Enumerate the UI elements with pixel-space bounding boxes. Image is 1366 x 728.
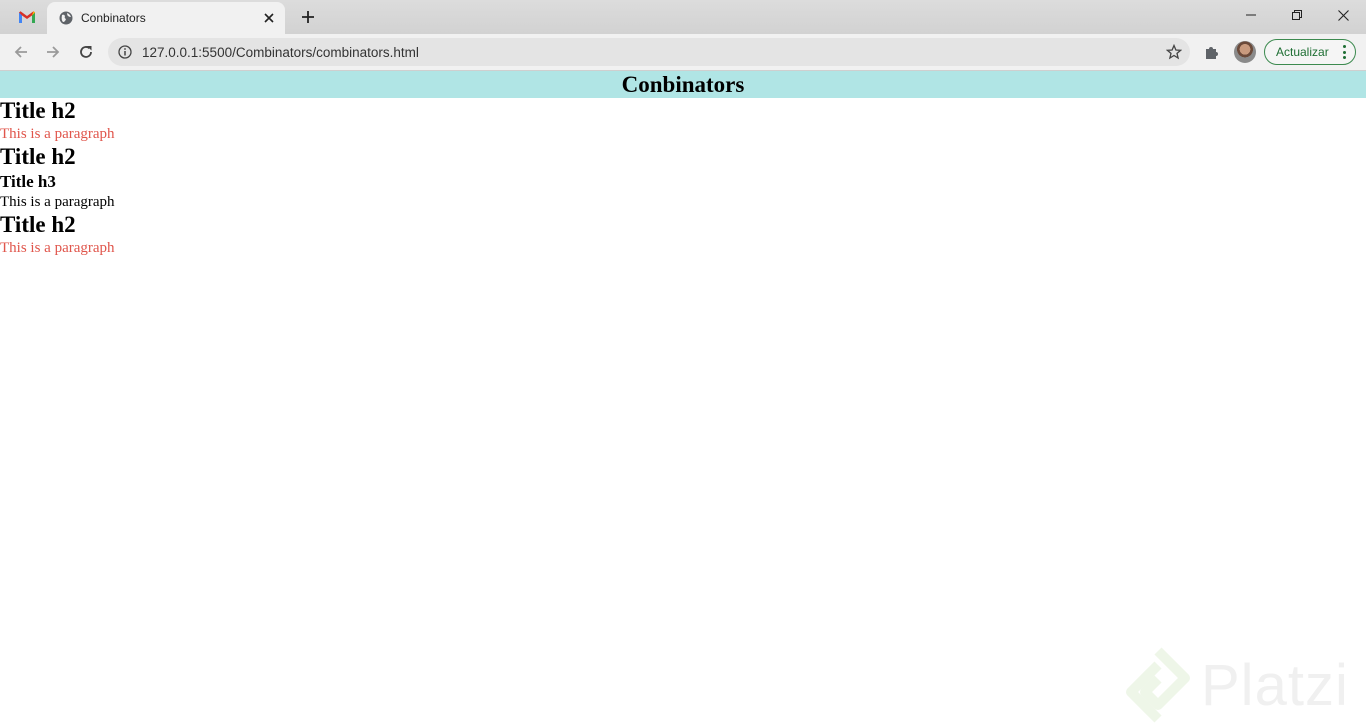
- plus-icon: [302, 11, 314, 23]
- tab-title: Conbinators: [81, 11, 146, 25]
- info-icon[interactable]: [118, 45, 132, 59]
- title-h3: Title h3: [0, 172, 56, 191]
- globe-icon: [59, 11, 73, 25]
- title-h2: Title h2: [0, 98, 76, 123]
- window-close-button[interactable]: [1320, 0, 1366, 30]
- back-button[interactable]: [8, 39, 34, 65]
- paragraph: This is a paragraph: [0, 240, 115, 256]
- restore-button[interactable]: [1274, 0, 1320, 30]
- title-h2: Title h2: [0, 212, 76, 237]
- reload-button[interactable]: [73, 39, 99, 65]
- paragraph: This is a paragraph: [0, 194, 115, 210]
- active-tab[interactable]: Conbinators: [47, 2, 285, 34]
- update-button[interactable]: Actualizar: [1264, 39, 1356, 65]
- watermark-text: Platzi: [1201, 652, 1349, 718]
- reload-icon: [80, 46, 92, 58]
- address-bar[interactable]: 127.0.0.1:5500/Combinators/combinators.h…: [108, 38, 1190, 66]
- url-text[interactable]: 127.0.0.1:5500/Combinators/combinators.h…: [142, 45, 419, 60]
- paragraph: This is a paragraph: [0, 126, 115, 142]
- minimize-icon: [1246, 14, 1256, 16]
- gmail-icon: [19, 11, 35, 23]
- title-h2: Title h2: [0, 144, 76, 169]
- update-label: Actualizar: [1276, 45, 1329, 59]
- platzi-watermark: Platzi: [1125, 645, 1360, 725]
- web-page: Conbinators Title h2 This is a paragraph…: [0, 71, 1366, 728]
- window-close-icon: [1337, 9, 1349, 21]
- page-header: Conbinators: [0, 71, 1366, 98]
- back-arrow-icon: [14, 46, 27, 58]
- restore-icon: [1292, 10, 1302, 20]
- minimize-button[interactable]: [1228, 0, 1274, 30]
- kebab-menu-icon[interactable]: [1343, 45, 1346, 59]
- forward-button[interactable]: [40, 39, 66, 65]
- new-tab-button[interactable]: [297, 6, 319, 28]
- forward-arrow-icon: [47, 46, 60, 58]
- tab-strip: Conbinators: [0, 0, 1366, 34]
- pinned-tab-gmail[interactable]: [8, 4, 46, 30]
- star-icon[interactable]: [1166, 44, 1182, 60]
- close-icon[interactable]: [261, 10, 277, 26]
- platzi-logo-icon: [1126, 647, 1190, 723]
- avatar[interactable]: [1234, 41, 1256, 63]
- browser-toolbar: 127.0.0.1:5500/Combinators/combinators.h…: [0, 34, 1366, 71]
- puzzle-icon[interactable]: [1203, 43, 1221, 61]
